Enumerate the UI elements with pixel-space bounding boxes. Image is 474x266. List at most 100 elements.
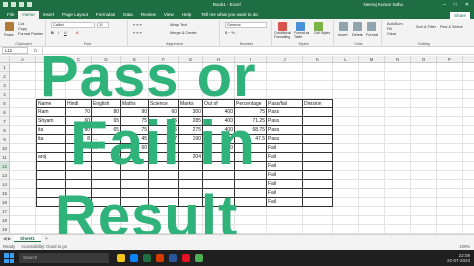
column-header-h[interactable]: H [203, 56, 235, 63]
grid-cell[interactable] [333, 72, 359, 81]
grid-cell[interactable] [385, 108, 411, 117]
grid-cell[interactable] [121, 72, 149, 81]
grid-cell[interactable] [411, 180, 437, 189]
grid-cell[interactable] [463, 198, 474, 207]
grid-cell[interactable] [36, 72, 66, 81]
table-cell[interactable]: 8 [66, 135, 92, 144]
grid-cell[interactable] [203, 225, 235, 234]
grid-cell[interactable] [267, 207, 303, 216]
tab-file[interactable]: File [3, 11, 18, 19]
autosave-icon[interactable] [3, 2, 8, 7]
grid-cell[interactable] [437, 144, 463, 153]
grid-cell[interactable] [66, 72, 92, 81]
delete-cells-icon[interactable] [353, 22, 362, 31]
grid-cell[interactable] [411, 81, 437, 90]
table-cell[interactable] [303, 117, 333, 126]
grid-cell[interactable] [333, 207, 359, 216]
row-header-7[interactable]: 7 [0, 117, 10, 126]
table-header-cell[interactable]: Pass/fail [267, 99, 303, 108]
column-header-g[interactable]: G [179, 56, 203, 63]
add-sheet-button[interactable]: + [45, 236, 48, 242]
column-header-q[interactable]: Q [463, 56, 474, 63]
grid-cell[interactable] [235, 216, 267, 225]
table-cell[interactable] [92, 180, 121, 189]
row-header-19[interactable]: 19 [0, 225, 10, 234]
table-cell[interactable]: aroj [36, 153, 66, 162]
font-size-select[interactable]: 11 [97, 22, 109, 28]
grid-cell[interactable] [385, 216, 411, 225]
grid-cell[interactable] [411, 126, 437, 135]
grid-cell[interactable] [333, 63, 359, 72]
table-cell[interactable]: ... [92, 135, 121, 144]
grid-cell[interactable] [411, 225, 437, 234]
column-header-b[interactable]: B [36, 56, 66, 63]
table-cell[interactable] [179, 162, 203, 171]
grid-cell[interactable] [203, 72, 235, 81]
grid-cell[interactable] [303, 207, 333, 216]
tab-help[interactable]: Help [178, 11, 195, 19]
grid-cell[interactable] [359, 90, 385, 99]
grid-cell[interactable] [359, 135, 385, 144]
grid-cell[interactable] [385, 144, 411, 153]
grid-cell[interactable] [463, 225, 474, 234]
grid-cell[interactable] [333, 198, 359, 207]
grid-cell[interactable] [10, 198, 36, 207]
row-header-4[interactable]: 4 [0, 90, 10, 99]
cell-styles-button[interactable]: Cell Styles [314, 31, 334, 36]
row-header-17[interactable]: 17 [0, 207, 10, 216]
grid-cell[interactable] [92, 63, 121, 72]
grid-cell[interactable] [36, 63, 66, 72]
grid-cell[interactable] [411, 198, 437, 207]
grid-cell[interactable] [121, 81, 149, 90]
grid-cell[interactable] [411, 162, 437, 171]
grid-cell[interactable] [36, 90, 66, 99]
grid-cell[interactable] [463, 81, 474, 90]
grid-cell[interactable] [92, 81, 121, 90]
table-cell[interactable] [179, 144, 203, 153]
grid-cell[interactable] [203, 207, 235, 216]
grid-cell[interactable] [10, 189, 36, 198]
grid-cell[interactable] [333, 135, 359, 144]
grid-cell[interactable] [36, 225, 66, 234]
grid-cell[interactable] [359, 117, 385, 126]
grid-cell[interactable] [10, 90, 36, 99]
maximize-button[interactable]: □ [454, 2, 457, 8]
grid-cell[interactable] [333, 108, 359, 117]
grid-cell[interactable] [437, 162, 463, 171]
table-cell[interactable] [203, 162, 235, 171]
table-cell[interactable]: ita [36, 126, 66, 135]
grid-cell[interactable] [359, 162, 385, 171]
table-cell[interactable]: Fail [267, 171, 303, 180]
tab-review[interactable]: Review [137, 11, 160, 19]
column-header-m[interactable]: M [359, 56, 385, 63]
format-table-icon[interactable] [296, 22, 305, 31]
grid-cell[interactable] [463, 207, 474, 216]
grid-cell[interactable] [359, 180, 385, 189]
grid-cell[interactable] [179, 207, 203, 216]
table-cell[interactable]: 45 [121, 135, 149, 144]
grid-cell[interactable] [149, 207, 179, 216]
table-cell[interactable] [235, 171, 267, 180]
grid-cell[interactable] [92, 207, 121, 216]
grid-cell[interactable] [411, 207, 437, 216]
grid-cell[interactable] [463, 144, 474, 153]
grid-cell[interactable] [36, 81, 66, 90]
grid-cell[interactable] [463, 72, 474, 81]
table-header-cell[interactable]: Hindi [66, 99, 92, 108]
table-cell[interactable] [203, 198, 235, 207]
grid-cell[interactable] [385, 153, 411, 162]
table-cell[interactable] [121, 171, 149, 180]
table-header-cell[interactable]: Division [303, 99, 333, 108]
table-cell[interactable] [36, 162, 66, 171]
table-cell[interactable] [235, 162, 267, 171]
column-header-o[interactable]: O [411, 56, 437, 63]
grid-cell[interactable] [303, 225, 333, 234]
grid-cell[interactable] [437, 216, 463, 225]
grid-cell[interactable] [121, 207, 149, 216]
grid-cell[interactable] [10, 108, 36, 117]
grid-cell[interactable] [235, 90, 267, 99]
grid-cell[interactable] [437, 72, 463, 81]
italic-button[interactable]: I [58, 31, 59, 35]
row-header-1[interactable]: 1 [0, 63, 10, 72]
chrome-icon[interactable] [195, 254, 203, 262]
